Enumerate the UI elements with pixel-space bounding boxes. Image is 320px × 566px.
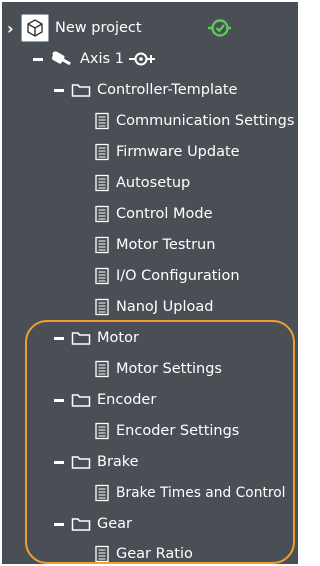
- document-icon: [94, 143, 110, 161]
- tree-node-new-project[interactable]: › New project: [2, 14, 298, 42]
- tree-item-encoder-settings[interactable]: Encoder Settings: [2, 417, 298, 445]
- collapse-icon[interactable]: [54, 398, 64, 402]
- folder-label: Encoder: [97, 392, 157, 408]
- folder-icon: [71, 516, 91, 532]
- tree-item-motor-testrun[interactable]: Motor Testrun: [2, 231, 298, 259]
- tree-item-io-configuration[interactable]: I/O Configuration: [2, 262, 298, 290]
- folder-icon: [71, 454, 91, 470]
- folder-label: Gear: [97, 516, 133, 532]
- item-label: Motor Testrun: [116, 237, 216, 253]
- document-icon: [94, 422, 110, 440]
- tree-node-brake[interactable]: Brake: [2, 448, 298, 476]
- tree-item-autosetup[interactable]: Autosetup: [2, 169, 298, 197]
- tree-item-firmware-update[interactable]: Firmware Update: [2, 138, 298, 166]
- collapse-icon[interactable]: [33, 57, 43, 61]
- motor-axis-icon: [50, 49, 74, 69]
- project-tree-panel: › New project Axis 1 Controller-Template…: [2, 2, 298, 564]
- item-label: Encoder Settings: [116, 423, 240, 439]
- document-icon: [94, 236, 110, 254]
- item-label: Motor Settings: [116, 361, 222, 377]
- axis-label: Axis 1: [80, 51, 124, 67]
- folder-label: Motor: [97, 330, 139, 346]
- item-label: Firmware Update: [116, 144, 240, 160]
- project-label: New project: [55, 20, 142, 36]
- item-label: Gear Ratio: [116, 546, 193, 562]
- cube-icon: [21, 14, 49, 42]
- tree-item-brake-times-and-control[interactable]: Brake Times and Control: [2, 479, 298, 507]
- item-label: Communication Settings: [116, 113, 295, 129]
- folder-icon: [71, 82, 91, 98]
- tree-item-nanoj-upload[interactable]: NanoJ Upload: [2, 293, 298, 321]
- folder-label: Brake: [97, 454, 139, 470]
- document-icon: [94, 205, 110, 223]
- document-icon: [94, 545, 110, 563]
- tree-node-gear[interactable]: Gear: [2, 510, 298, 538]
- collapse-icon[interactable]: [54, 522, 64, 526]
- document-icon: [94, 360, 110, 378]
- item-label: Brake Times and Control: [116, 485, 286, 501]
- folder-icon: [71, 330, 91, 346]
- collapse-icon[interactable]: [54, 88, 64, 92]
- tree-item-communication-settings[interactable]: Communication Settings: [2, 107, 298, 135]
- collapse-icon[interactable]: [54, 460, 64, 464]
- document-icon: [94, 298, 110, 316]
- item-label: Control Mode: [116, 206, 213, 222]
- document-icon: [94, 112, 110, 130]
- document-icon: [94, 174, 110, 192]
- document-icon: [94, 267, 110, 285]
- folder-icon: [71, 392, 91, 408]
- item-label: Autosetup: [116, 175, 191, 191]
- link-target-icon: [128, 50, 156, 68]
- tree-node-motor[interactable]: Motor: [2, 324, 298, 352]
- tree-node-encoder[interactable]: Encoder: [2, 386, 298, 414]
- collapse-icon[interactable]: [54, 336, 64, 340]
- item-label: NanoJ Upload: [116, 299, 214, 315]
- tree-item-motor-settings[interactable]: Motor Settings: [2, 355, 298, 383]
- tree-node-controller-template[interactable]: Controller-Template: [2, 76, 298, 104]
- tree-item-gear-ratio[interactable]: Gear Ratio: [2, 540, 298, 564]
- expand-arrow-icon[interactable]: ›: [7, 19, 17, 38]
- check-circle-icon: [206, 17, 232, 39]
- folder-label: Controller-Template: [97, 82, 238, 98]
- item-label: I/O Configuration: [116, 268, 240, 284]
- tree-item-control-mode[interactable]: Control Mode: [2, 200, 298, 228]
- document-icon: [94, 484, 110, 502]
- tree-node-axis-1[interactable]: Axis 1: [2, 45, 298, 73]
